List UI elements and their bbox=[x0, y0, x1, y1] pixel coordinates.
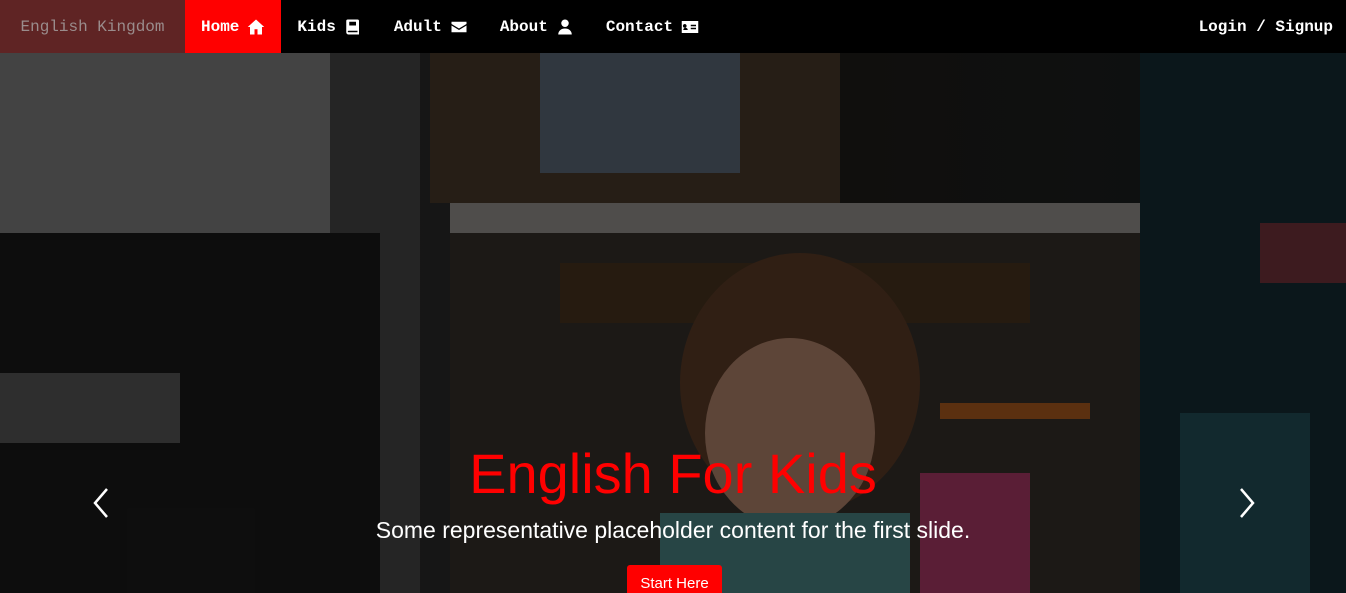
hero-carousel: English For Kids Some representative pla… bbox=[0, 53, 1346, 593]
nav-item-about[interactable]: About bbox=[484, 0, 590, 53]
nav-item-kids[interactable]: Kids bbox=[281, 0, 377, 53]
contact-card-icon bbox=[681, 20, 699, 33]
hero-dark-overlay bbox=[0, 53, 1346, 593]
top-navbar: English Kingdom Home Kids Adult About Co… bbox=[0, 0, 1346, 53]
nav-item-kids-label: Kids bbox=[297, 17, 336, 36]
navbar-spacer bbox=[715, 0, 1183, 53]
nav-item-contact[interactable]: Contact bbox=[590, 0, 715, 53]
brand-logo-text[interactable]: English Kingdom bbox=[0, 0, 185, 53]
carousel-title: English For Kids bbox=[469, 442, 877, 505]
nav-item-adult[interactable]: Adult bbox=[378, 0, 484, 53]
home-icon bbox=[248, 19, 265, 34]
nav-item-home[interactable]: Home bbox=[185, 0, 282, 53]
envelope-icon bbox=[451, 21, 467, 32]
nav-item-about-label: About bbox=[499, 17, 548, 36]
nav-item-contact-label: Contact bbox=[605, 17, 674, 36]
login-signup-link[interactable]: Login / Signup bbox=[1183, 0, 1346, 53]
carousel-subtitle: Some representative placeholder content … bbox=[375, 517, 971, 543]
start-here-button[interactable]: Start Here bbox=[627, 565, 722, 593]
nav-item-adult-label: Adult bbox=[393, 17, 442, 36]
user-icon bbox=[558, 19, 572, 34]
book-icon bbox=[346, 19, 359, 34]
nav-item-home-label: Home bbox=[201, 17, 240, 36]
